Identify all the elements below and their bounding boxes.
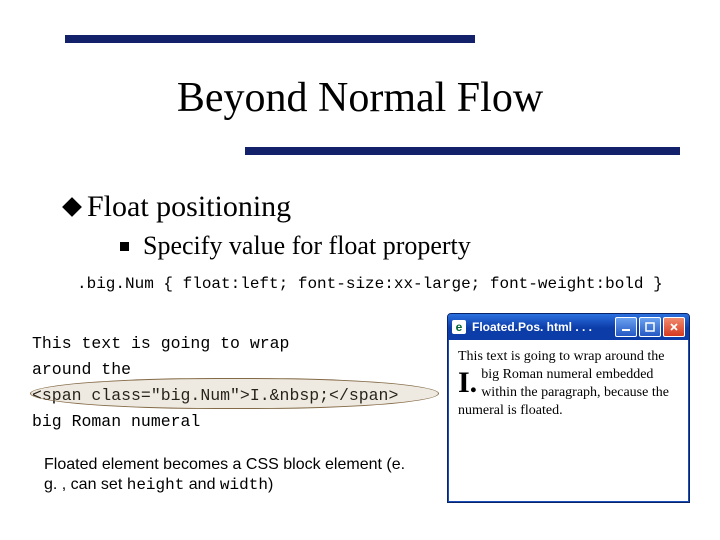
bullet-level2-label: Specify value for float property — [143, 231, 471, 261]
bullet-level1-label: Float positioning — [87, 190, 291, 224]
slide-title: Beyond Normal Flow — [0, 74, 720, 122]
browser-favicon-icon: e — [452, 320, 466, 334]
css-rule-code: .big.Num { float:left; font-size:xx-larg… — [77, 275, 663, 293]
src-line-4: big Roman numeral — [32, 412, 200, 431]
maximize-button[interactable] — [639, 317, 661, 337]
decorative-rule-mid — [245, 147, 680, 155]
slide: Beyond Normal Flow Float positioning Spe… — [0, 0, 720, 540]
square-bullet-icon — [120, 242, 129, 251]
src-line-3-highlighted: <span class="big.Num">I.&nbsp;</span> — [32, 386, 398, 405]
minimize-icon — [621, 322, 631, 332]
src-line-2: around the — [32, 360, 131, 379]
diamond-bullet-icon — [62, 197, 82, 217]
minimize-button[interactable] — [615, 317, 637, 337]
caption-code-width: width — [220, 476, 268, 494]
html-source-snippet: This text is going to wrap around the <s… — [32, 331, 437, 435]
caption-close: ) — [268, 476, 273, 493]
src-line-1: This text is going to wrap — [32, 334, 289, 353]
window-buttons — [615, 317, 685, 337]
browser-titlebar[interactable]: e Floated.Pos. html . . . — [448, 314, 689, 340]
bullet-level1: Float positioning — [65, 190, 291, 224]
caption-text: Floated element becomes a CSS block elem… — [44, 455, 414, 495]
browser-body: This text is going to wrap around the bi… — [448, 340, 689, 428]
close-button[interactable] — [663, 317, 685, 337]
maximize-icon — [645, 322, 655, 332]
caption-code-height: height — [127, 476, 185, 494]
caption-and: and — [184, 476, 220, 493]
decorative-rule-top — [65, 35, 475, 43]
browser-window: e Floated.Pos. html . . . This text is g… — [447, 313, 690, 503]
close-icon — [669, 322, 679, 332]
rendered-big-roman-numeral: I. — [458, 368, 477, 398]
bullet-level2: Specify value for float property — [120, 231, 471, 261]
browser-window-title: Floated.Pos. html . . . — [472, 320, 609, 334]
